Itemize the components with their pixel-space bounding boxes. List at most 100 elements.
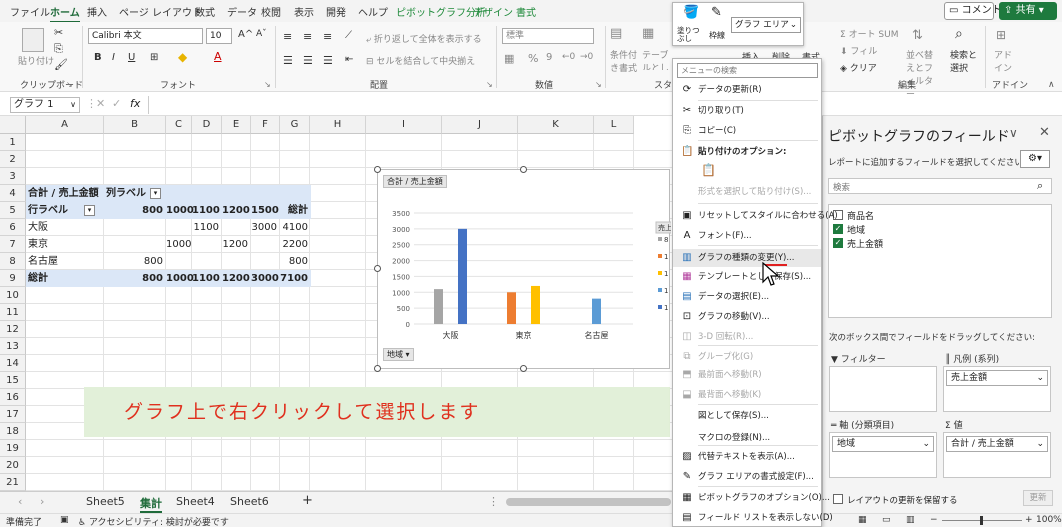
pivot-cell[interactable]: 1100 [192,219,222,236]
menu-item-copy[interactable]: ⎘ コピー(C) [673,122,821,140]
pivot-chart[interactable]: 合計 / 売上金額 0 500 1000 1500 2000 2500 3000 3500 大阪… [377,169,671,369]
column-header-i[interactable]: I [366,116,442,134]
row-header[interactable]: 6 [0,219,26,236]
increase-decimal-icon[interactable]: ←0 [562,52,575,62]
autosum-button[interactable]: Σ オート SUM [840,27,899,40]
orientation-icon[interactable]: ⟋ [345,30,352,41]
close-icon[interactable]: ✕ [1039,125,1050,140]
row-header[interactable]: 7 [0,236,26,253]
menu-item-scissors[interactable]: ✂ 切り取り(T) [673,102,821,120]
axis-field-dropdown[interactable]: 地域 ⌄ [832,436,934,452]
fill-color-icon[interactable]: ◆ [178,50,187,64]
filter-area[interactable] [829,366,937,412]
tab-formulas[interactable]: 数式 [195,4,215,19]
pivot-total-cell[interactable]: 7100 [280,270,311,287]
tab-design[interactable]: デザイン [473,4,513,19]
row-header[interactable]: 10 [0,287,26,304]
pivot-cell[interactable]: 800 [104,253,166,270]
row-header[interactable]: 15 [0,372,26,389]
number-format-select[interactable]: 標準 [502,28,594,44]
row-header[interactable]: 9 [0,270,26,287]
dialog-launcher-icon[interactable]: ↘ [486,80,493,89]
select-all-corner[interactable] [0,116,26,134]
pivot-value-label[interactable]: 合計 / 売上金額 [28,185,99,202]
font-size-select[interactable]: 10 [206,28,232,44]
dialog-launcher-icon[interactable]: ↘ [264,80,271,89]
values-area[interactable]: 合計 / 売上金額 ⌄ [943,432,1051,478]
resize-handle[interactable] [374,265,381,272]
pivot-column-header[interactable]: 総計 [280,202,311,219]
align-center-icon[interactable]: ☰ [303,54,313,67]
border-icon[interactable]: ⊞ [150,52,158,63]
insert-function-icon[interactable]: fx [130,97,140,110]
italic-icon[interactable]: I [112,52,115,63]
pivot-total-cell[interactable]: 1200 [222,270,251,287]
filter-dropdown-icon[interactable]: ▾ [150,187,161,199]
sort-filter-button[interactable]: 並べ替えとフィルター [906,48,940,100]
update-button[interactable]: 更新 [1023,490,1053,506]
filter-dropdown-icon[interactable]: ▾ [84,204,95,216]
row-header[interactable]: 19 [0,440,26,457]
clipboard-paste-icon[interactable] [22,28,44,52]
column-header-c[interactable]: C [166,116,192,134]
add-sheet-icon[interactable]: + [302,493,313,508]
pane-options-icon[interactable]: ∨ [1009,126,1018,140]
align-top-icon[interactable]: ≡ [283,30,292,43]
row-header[interactable]: 17 [0,406,26,423]
comma-icon[interactable]: 9 [546,52,552,63]
row-header[interactable]: 4 [0,185,26,202]
pivot-column-header[interactable]: 1200 [222,202,251,219]
pivot-column-header[interactable]: 1500 [251,202,280,219]
accounting-format-icon[interactable]: ▦ [504,52,514,65]
scissors-icon[interactable]: ✂ [54,26,63,39]
column-header-l[interactable]: L [594,116,634,134]
paint-bucket-icon[interactable]: 🪣 [683,5,699,20]
row-header[interactable]: 14 [0,355,26,372]
formula-input[interactable] [150,96,1055,114]
percent-icon[interactable]: % [528,52,538,65]
indent-icon[interactable]: ⇤ [345,54,353,65]
row-header[interactable]: 13 [0,338,26,355]
fill-button[interactable]: ⬇ フィル [840,44,877,57]
menu-item-alt-text[interactable]: ▨ 代替テキストを表示(A)... [673,448,821,466]
column-header-k[interactable]: K [518,116,594,134]
pivot-total-cell[interactable]: 800 [104,270,166,287]
find-select-button[interactable]: 検索と選択 [950,48,978,74]
font-shrink-icon[interactable]: Aˇ [256,29,267,39]
pivot-column-header[interactable]: 1000 [166,202,194,219]
field-checkbox[interactable]: ✓ [833,238,843,248]
pivot-cell[interactable]: 1000 [166,236,192,253]
zoom-out-icon[interactable]: − [930,515,938,525]
tab-developer[interactable]: 開発 [326,4,346,19]
zoom-in-icon[interactable]: + [1025,515,1033,525]
collapse-ribbon-icon[interactable]: ∧ [1048,80,1055,90]
conditional-format-button[interactable]: 条件付き書式 [610,48,640,74]
pivot-total-cell[interactable]: 1100 [192,270,222,287]
zoom-slider-thumb[interactable] [980,516,983,525]
clear-button[interactable]: ◈ クリア [840,61,877,74]
comment-button[interactable]: ▭ コメント [944,2,1002,20]
menu-item-select-data[interactable]: ▤ データの選択(E)... [673,288,821,306]
tab-format[interactable]: 書式 [516,4,536,19]
pivot-row-name[interactable]: 名古屋 [28,253,58,270]
menu-item-item-15[interactable]: 図として保存(S)... [673,407,821,425]
column-header-h[interactable]: H [310,116,366,134]
pen-icon[interactable]: ✎ [711,5,722,20]
menu-item-template[interactable]: ▦ テンプレートとして保存(S)... [673,268,821,286]
column-header-e[interactable]: E [222,116,251,134]
dialog-launcher-icon[interactable]: ↘ [595,80,602,89]
align-left-icon[interactable]: ☰ [283,54,293,67]
tab-data[interactable]: データ [227,4,257,19]
pivot-cell[interactable]: 3000 [251,219,280,236]
copy-icon[interactable]: ⎘ [54,42,63,56]
cancel-icon[interactable]: ✕ [96,97,105,110]
tab-review[interactable]: 校閲 [261,4,281,19]
dialog-launcher-icon[interactable]: ↘ [66,80,73,89]
decrease-decimal-icon[interactable]: →0 [580,52,593,62]
axis-area[interactable]: 地域 ⌄ [829,432,937,478]
scroll-right-icon[interactable]: › [40,495,44,508]
align-bottom-icon[interactable]: ≡ [323,30,332,43]
sheet-tab-summary[interactable]: 集計 [140,495,162,513]
tab-split-icon[interactable]: ⋮ [488,495,499,508]
resize-handle[interactable] [520,166,527,173]
